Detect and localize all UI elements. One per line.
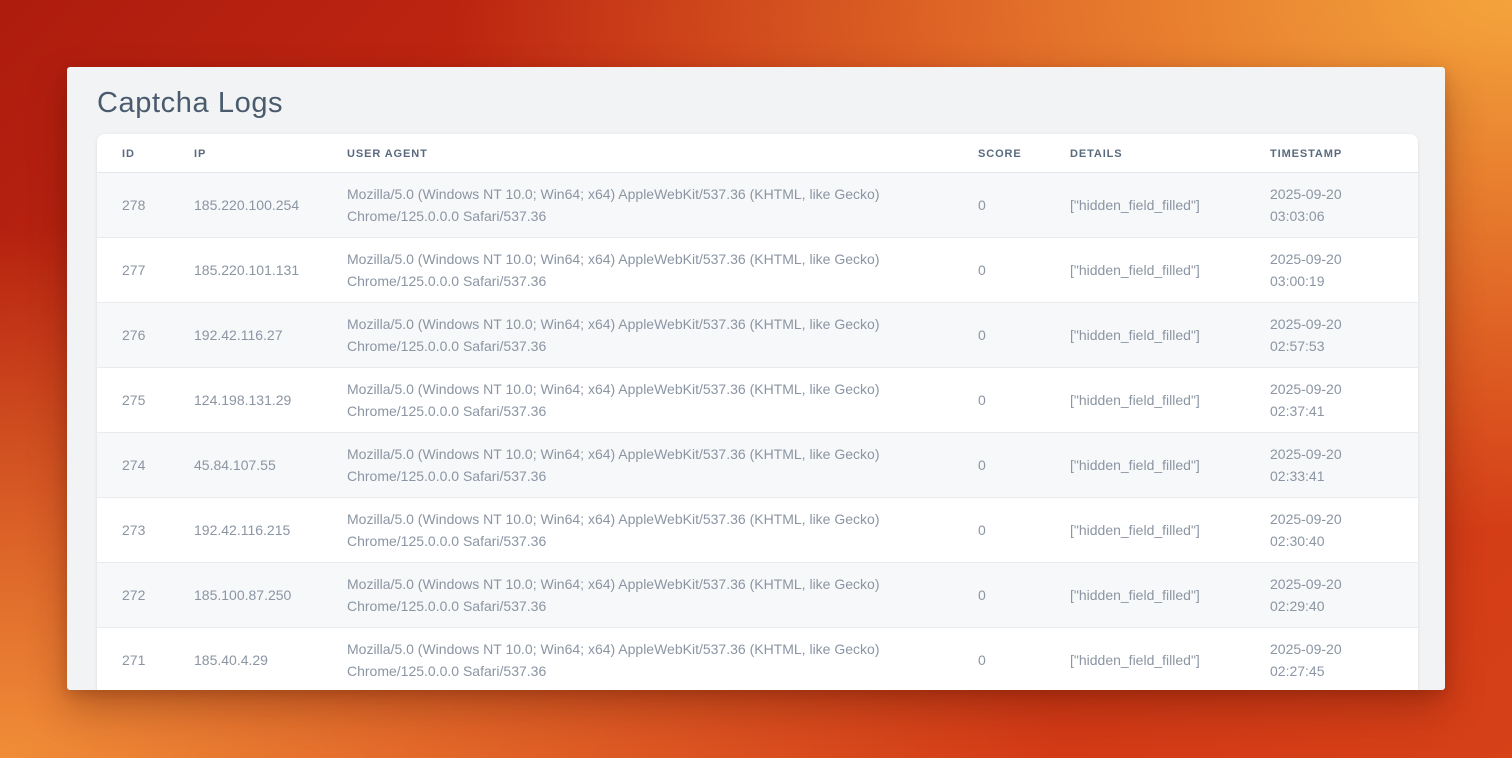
column-header-score: SCORE (953, 134, 1045, 173)
cell-details: ["hidden_field_filled"] (1045, 173, 1245, 238)
cell-details: ["hidden_field_filled"] (1045, 433, 1245, 498)
column-header-timestamp: TIMESTAMP (1245, 134, 1418, 173)
table-header: ID IP USER AGENT SCORE DETAILS TIMESTAMP (97, 134, 1418, 173)
cell-ip: 185.220.100.254 (169, 173, 322, 238)
cell-score: 0 (953, 173, 1045, 238)
log-row: 278 185.220.100.254 Mozilla/5.0 (Windows… (97, 173, 1418, 238)
captcha-logs-card: Captcha Logs ID IP USER AGENT SCORE DETA… (67, 67, 1445, 690)
cell-timestamp: 2025-09-20 02:33:41 (1245, 433, 1418, 498)
log-row: 272 185.100.87.250 Mozilla/5.0 (Windows … (97, 563, 1418, 628)
log-row: 277 185.220.101.131 Mozilla/5.0 (Windows… (97, 238, 1418, 303)
log-table-body: 278 185.220.100.254 Mozilla/5.0 (Windows… (97, 173, 1418, 691)
cell-id: 273 (97, 498, 169, 563)
column-header-user-agent: USER AGENT (322, 134, 953, 173)
cell-details: ["hidden_field_filled"] (1045, 368, 1245, 433)
column-header-ip: IP (169, 134, 322, 173)
cell-details: ["hidden_field_filled"] (1045, 563, 1245, 628)
log-row: 276 192.42.116.27 Mozilla/5.0 (Windows N… (97, 303, 1418, 368)
cell-timestamp: 2025-09-20 02:27:45 (1245, 628, 1418, 691)
cell-id: 271 (97, 628, 169, 691)
cell-user-agent: Mozilla/5.0 (Windows NT 10.0; Win64; x64… (322, 563, 953, 628)
cell-user-agent: Mozilla/5.0 (Windows NT 10.0; Win64; x64… (322, 303, 953, 368)
cell-score: 0 (953, 238, 1045, 303)
log-row: 274 45.84.107.55 Mozilla/5.0 (Windows NT… (97, 433, 1418, 498)
cell-user-agent: Mozilla/5.0 (Windows NT 10.0; Win64; x64… (322, 368, 953, 433)
log-row: 275 124.198.131.29 Mozilla/5.0 (Windows … (97, 368, 1418, 433)
cell-details: ["hidden_field_filled"] (1045, 498, 1245, 563)
cell-timestamp: 2025-09-20 02:29:40 (1245, 563, 1418, 628)
cell-ip: 192.42.116.215 (169, 498, 322, 563)
log-row: 271 185.40.4.29 Mozilla/5.0 (Windows NT … (97, 628, 1418, 691)
logs-table-container: ID IP USER AGENT SCORE DETAILS TIMESTAMP… (97, 134, 1418, 690)
column-header-details: DETAILS (1045, 134, 1245, 173)
cell-timestamp: 2025-09-20 02:57:53 (1245, 303, 1418, 368)
cell-score: 0 (953, 498, 1045, 563)
cell-details: ["hidden_field_filled"] (1045, 303, 1245, 368)
cell-user-agent: Mozilla/5.0 (Windows NT 10.0; Win64; x64… (322, 628, 953, 691)
column-header-id: ID (97, 134, 169, 173)
cell-ip: 185.220.101.131 (169, 238, 322, 303)
cell-ip: 185.40.4.29 (169, 628, 322, 691)
cell-score: 0 (953, 368, 1045, 433)
cell-ip: 185.100.87.250 (169, 563, 322, 628)
captcha-logs-table: ID IP USER AGENT SCORE DETAILS TIMESTAMP… (97, 134, 1418, 690)
cell-timestamp: 2025-09-20 03:03:06 (1245, 173, 1418, 238)
cell-id: 272 (97, 563, 169, 628)
cell-score: 0 (953, 433, 1045, 498)
cell-score: 0 (953, 628, 1045, 691)
cell-score: 0 (953, 563, 1045, 628)
cell-id: 274 (97, 433, 169, 498)
cell-id: 277 (97, 238, 169, 303)
cell-details: ["hidden_field_filled"] (1045, 628, 1245, 691)
cell-details: ["hidden_field_filled"] (1045, 238, 1245, 303)
cell-user-agent: Mozilla/5.0 (Windows NT 10.0; Win64; x64… (322, 433, 953, 498)
cell-ip: 192.42.116.27 (169, 303, 322, 368)
cell-timestamp: 2025-09-20 03:00:19 (1245, 238, 1418, 303)
cell-id: 276 (97, 303, 169, 368)
cell-score: 0 (953, 303, 1045, 368)
page-title: Captcha Logs (97, 85, 1418, 121)
header-row: ID IP USER AGENT SCORE DETAILS TIMESTAMP (97, 134, 1418, 173)
cell-id: 278 (97, 173, 169, 238)
cell-id: 275 (97, 368, 169, 433)
log-row: 273 192.42.116.215 Mozilla/5.0 (Windows … (97, 498, 1418, 563)
cell-user-agent: Mozilla/5.0 (Windows NT 10.0; Win64; x64… (322, 173, 953, 238)
cell-timestamp: 2025-09-20 02:37:41 (1245, 368, 1418, 433)
cell-user-agent: Mozilla/5.0 (Windows NT 10.0; Win64; x64… (322, 238, 953, 303)
cell-timestamp: 2025-09-20 02:30:40 (1245, 498, 1418, 563)
cell-ip: 124.198.131.29 (169, 368, 322, 433)
cell-ip: 45.84.107.55 (169, 433, 322, 498)
cell-user-agent: Mozilla/5.0 (Windows NT 10.0; Win64; x64… (322, 498, 953, 563)
